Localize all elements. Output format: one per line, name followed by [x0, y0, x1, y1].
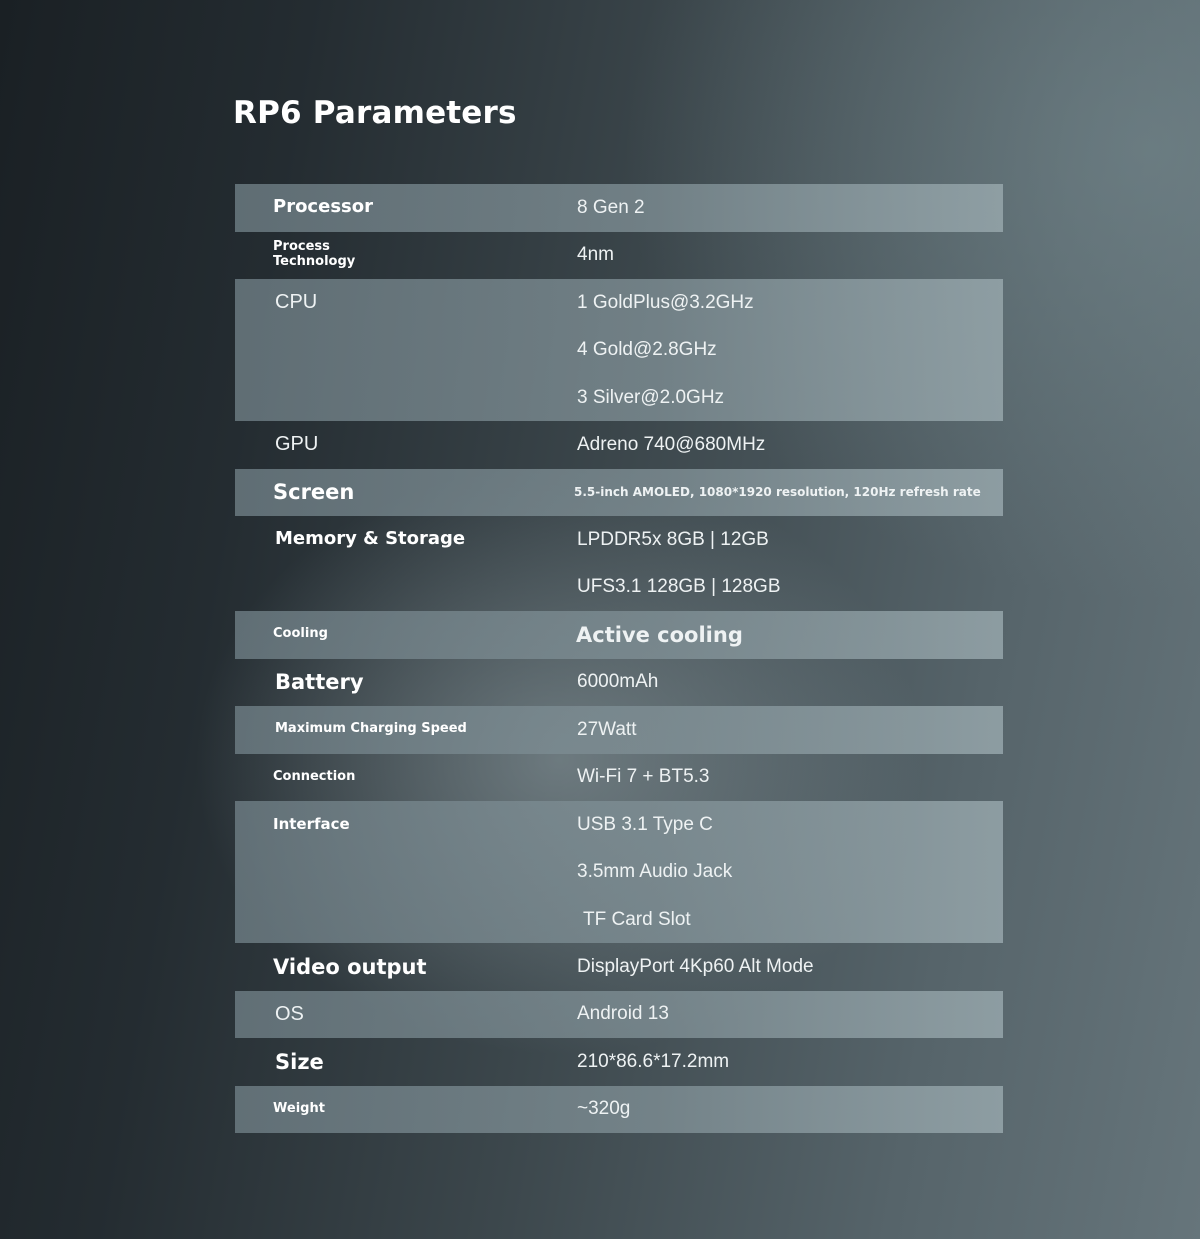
spec-value: 8 Gen 2: [577, 196, 645, 218]
spec-label: Interface: [273, 815, 350, 834]
spec-value: LPDDR5x 8GB | 12GB: [577, 528, 769, 550]
spec-row-screen: Screen 5.5-inch AMOLED, 1080*1920 resolu…: [235, 468, 1003, 516]
spec-row-os: OS Android 13: [235, 990, 1003, 1038]
spec-label: Battery: [275, 670, 364, 695]
spec-row-gpu: GPU Adreno 740@680MHz: [235, 421, 1003, 469]
spec-value: 210*86.6*17.2mm: [577, 1050, 730, 1072]
spec-label: GPU: [275, 433, 319, 456]
spec-value: 4 Gold@2.8GHz: [577, 339, 717, 361]
spec-label: Video output: [273, 954, 427, 979]
spec-value: 3 Silver@2.0GHz: [577, 386, 725, 408]
spec-value: UFS3.1 128GB | 128GB: [577, 576, 781, 598]
spec-value: 6000mAh: [577, 671, 659, 693]
spec-row-connection: Connection Wi-Fi 7 + BT5.3: [235, 754, 1003, 802]
spec-value: 5.5-inch AMOLED, 1080*1920 resolution, 1…: [574, 485, 981, 500]
spec-label: Cooling: [273, 626, 328, 642]
spec-row-interface: Interface USB 3.1 Type C 3.5mm Audio Jac…: [235, 801, 1003, 943]
spec-row-cpu: CPU 1 GoldPlus@3.2GHz 4 Gold@2.8GHz 3 Si…: [235, 279, 1003, 421]
spec-row-memory-storage: Memory & Storage LPDDR5x 8GB | 12GB UFS3…: [235, 516, 1003, 611]
spec-value: DisplayPort 4Kp60 Alt Mode: [577, 955, 814, 977]
spec-value: 3.5mm Audio Jack: [577, 861, 733, 883]
spec-value: 27Watt: [577, 718, 637, 740]
spec-row-weight: Weight ~320g: [235, 1085, 1003, 1133]
spec-value: TF Card Slot: [583, 908, 691, 930]
spec-label: Weight: [273, 1100, 325, 1116]
spec-row-process-technology: Process Technology 4nm: [235, 232, 1003, 280]
spec-value: Android 13: [577, 1003, 669, 1025]
spec-row-cooling: Cooling Active cooling: [235, 611, 1003, 659]
spec-label: OS: [275, 1002, 304, 1025]
spec-label: Screen: [273, 480, 355, 505]
spec-row-battery: Battery 6000mAh: [235, 659, 1003, 707]
spec-value: Active cooling: [576, 622, 743, 647]
spec-label: Processor: [273, 196, 373, 218]
spec-row-max-charging-speed: Maximum Charging Speed 27Watt: [235, 706, 1003, 754]
spec-label: Connection: [273, 768, 356, 784]
spec-value: Adreno 740@680MHz: [577, 433, 766, 455]
spec-row-processor: Processor 8 Gen 2: [235, 184, 1003, 232]
spec-label: Process Technology: [273, 239, 356, 270]
spec-label: Memory & Storage: [275, 528, 466, 550]
page-title: RP6 Parameters: [233, 95, 517, 131]
spec-value: Wi-Fi 7 + BT5.3: [577, 766, 710, 788]
spec-table: Processor 8 Gen 2 Process Technology 4nm…: [235, 184, 1003, 1133]
spec-row-size: Size 210*86.6*17.2mm: [235, 1038, 1003, 1086]
spec-label: Size: [275, 1049, 324, 1074]
spec-value: 4nm: [577, 244, 614, 266]
spec-row-video-output: Video output DisplayPort 4Kp60 Alt Mode: [235, 943, 1003, 991]
spec-value: USB 3.1 Type C: [577, 813, 713, 835]
spec-label: CPU: [275, 291, 318, 314]
spec-value: 1 GoldPlus@3.2GHz: [577, 291, 754, 313]
spec-value: ~320g: [577, 1098, 631, 1120]
spec-label: Maximum Charging Speed: [275, 721, 467, 737]
